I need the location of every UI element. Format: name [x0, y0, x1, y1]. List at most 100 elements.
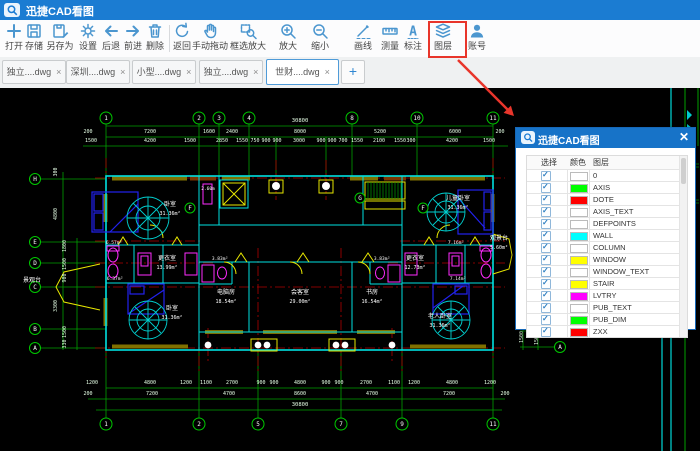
layer-name-cell[interactable]: DOTE — [589, 194, 680, 205]
layer-name: STAIR — [593, 279, 615, 288]
layer-color-cell[interactable] — [567, 266, 590, 277]
layer-checkbox-checked[interactable] — [541, 255, 551, 265]
toolbar-button-save-as[interactable]: 另存为 — [43, 22, 77, 55]
layers-dialog-titlebar[interactable]: 迅捷CAD看图 ✕ — [516, 128, 695, 148]
layer-color-cell[interactable] — [567, 218, 590, 229]
layer-row: ZXX — [527, 326, 687, 337]
layer-checkbox-checked[interactable] — [541, 279, 551, 289]
room-area: 13.99m² — [156, 265, 177, 271]
layer-name-cell[interactable]: ZXX — [589, 326, 680, 337]
layer-color-cell[interactable] — [567, 182, 590, 193]
layer-name-cell[interactable]: COLUMN — [589, 242, 680, 253]
app-title: 迅捷CAD看图 — [26, 3, 94, 19]
layer-checkbox-checked[interactable] — [541, 219, 551, 229]
layer-select-cell — [527, 278, 568, 289]
layer-select-cell — [527, 254, 568, 265]
layer-color-cell[interactable] — [567, 254, 590, 265]
new-tab-button[interactable]: + — [341, 60, 365, 84]
layer-name: WALL — [593, 231, 613, 240]
tab-3[interactable]: 小型....dwg× — [132, 60, 196, 84]
svg-text:A: A — [409, 25, 417, 40]
layer-checkbox-checked[interactable] — [541, 291, 551, 301]
dim-text: 2700 — [360, 380, 372, 386]
layer-checkbox-checked[interactable] — [541, 171, 551, 181]
layer-color-cell[interactable] — [567, 230, 590, 241]
dim-text: 3000 — [293, 138, 305, 144]
layer-name-cell[interactable]: WINDOW — [589, 254, 680, 265]
layer-checkbox-checked[interactable] — [541, 207, 551, 217]
room-area: 16.54m² — [361, 299, 382, 305]
layer-color-cell[interactable] — [567, 194, 590, 205]
layer-name-cell[interactable]: WINDOW_TEXT — [589, 266, 680, 277]
toolbar-button-pencil[interactable]: 画线 — [348, 22, 378, 55]
axis-label: F — [188, 205, 192, 212]
fixture-area: 7.16m² — [448, 240, 464, 246]
dim-text: 1500 — [85, 138, 97, 144]
layer-checkbox-checked[interactable] — [541, 195, 551, 205]
layers-table-header: 选择 颜色 图层 — [527, 156, 687, 170]
layer-color-swatch — [570, 172, 588, 181]
dim-text: 4800 — [53, 208, 59, 220]
layer-color-swatch — [570, 304, 588, 313]
layer-color-cell[interactable] — [567, 314, 590, 325]
tab-4[interactable]: 独立....dwg× — [199, 60, 263, 84]
close-icon[interactable]: ✕ — [679, 130, 689, 144]
dim-text: 1200 — [86, 380, 98, 386]
tab-1[interactable]: 独立....dwg× — [2, 60, 66, 84]
layer-name-cell[interactable]: WALL — [589, 230, 680, 241]
toolbar-button-annotate[interactable]: A标注 — [398, 22, 428, 55]
tab-close-icon[interactable]: × — [56, 67, 61, 77]
dim-text: 1200 — [408, 380, 420, 386]
layer-name-cell[interactable]: DEFPOINTS — [589, 218, 680, 229]
layer-name-cell[interactable]: AXIS_TEXT — [589, 206, 680, 217]
tab-close-icon[interactable]: × — [186, 67, 191, 77]
column-header-color: 颜色 — [570, 157, 586, 168]
axis-label: 1 — [104, 421, 108, 428]
tab-close-icon[interactable]: × — [253, 67, 258, 77]
layer-color-cell[interactable] — [567, 170, 590, 181]
layer-name: DOTE — [593, 195, 614, 204]
layers-scrollbar[interactable] — [679, 156, 687, 337]
tab-close-icon[interactable]: × — [120, 67, 125, 77]
layer-color-cell[interactable] — [567, 326, 590, 337]
toolbar-button-label: 图层 — [428, 41, 458, 51]
toolbar-button-label: 标注 — [398, 41, 428, 51]
dim-text: 900 — [321, 380, 330, 386]
dim-text: 1500 — [62, 326, 68, 338]
dim-text: 1100 — [200, 380, 212, 386]
layer-color-cell[interactable] — [567, 302, 590, 313]
tab-2[interactable]: 深圳....dwg× — [66, 60, 130, 84]
tab-5-active[interactable]: 世财....dwg × — [266, 59, 339, 85]
toolbar-button-zoom-in[interactable]: 放大 — [273, 22, 303, 55]
layer-checkbox-checked[interactable] — [541, 315, 551, 325]
layer-checkbox-checked[interactable] — [541, 327, 551, 337]
save-as-icon — [43, 22, 77, 41]
toolbar-button-box-zoom[interactable]: 框选放大 — [225, 22, 271, 55]
layer-name-cell[interactable]: STAIR — [589, 278, 680, 289]
room-name: 电脑房 — [217, 288, 235, 296]
cad-viewer-window: 迅捷CAD看图 打开存储另存为设置后退前进删除返回手动拖动框选放大放大缩小画线测… — [0, 0, 700, 451]
layer-name-cell[interactable]: PUB_TEXT — [589, 302, 680, 313]
layer-name-cell[interactable]: PUB_DIM — [589, 314, 680, 325]
toolbar-button-layers[interactable]: 图层 — [428, 22, 458, 55]
layer-name-cell[interactable]: AXIS — [589, 182, 680, 193]
layer-checkbox-checked[interactable] — [541, 243, 551, 253]
room-area: 31.36m² — [161, 315, 182, 321]
toolbar-button-zoom-out[interactable]: 缩小 — [305, 22, 335, 55]
layer-color-cell[interactable] — [567, 278, 590, 289]
layer-color-cell[interactable] — [567, 206, 590, 217]
dim-text: 7200 — [144, 129, 156, 135]
zoom-out-icon — [305, 22, 335, 41]
layer-name-cell[interactable]: 0 — [589, 170, 680, 181]
scrollbar-thumb[interactable] — [681, 158, 686, 184]
layer-checkbox-checked[interactable] — [541, 183, 551, 193]
layer-name-cell[interactable]: LVTRY — [589, 290, 680, 301]
layer-color-cell[interactable] — [567, 290, 590, 301]
layer-color-cell[interactable] — [567, 242, 590, 253]
layer-checkbox-checked[interactable] — [541, 267, 551, 277]
tab-close-icon[interactable]: × — [325, 67, 330, 77]
toolbar-button-trash[interactable]: 删除 — [140, 22, 170, 55]
layer-checkbox-checked[interactable] — [541, 303, 551, 313]
layer-checkbox-checked[interactable] — [541, 231, 551, 241]
tab-label: 世财....dwg — [275, 67, 320, 77]
